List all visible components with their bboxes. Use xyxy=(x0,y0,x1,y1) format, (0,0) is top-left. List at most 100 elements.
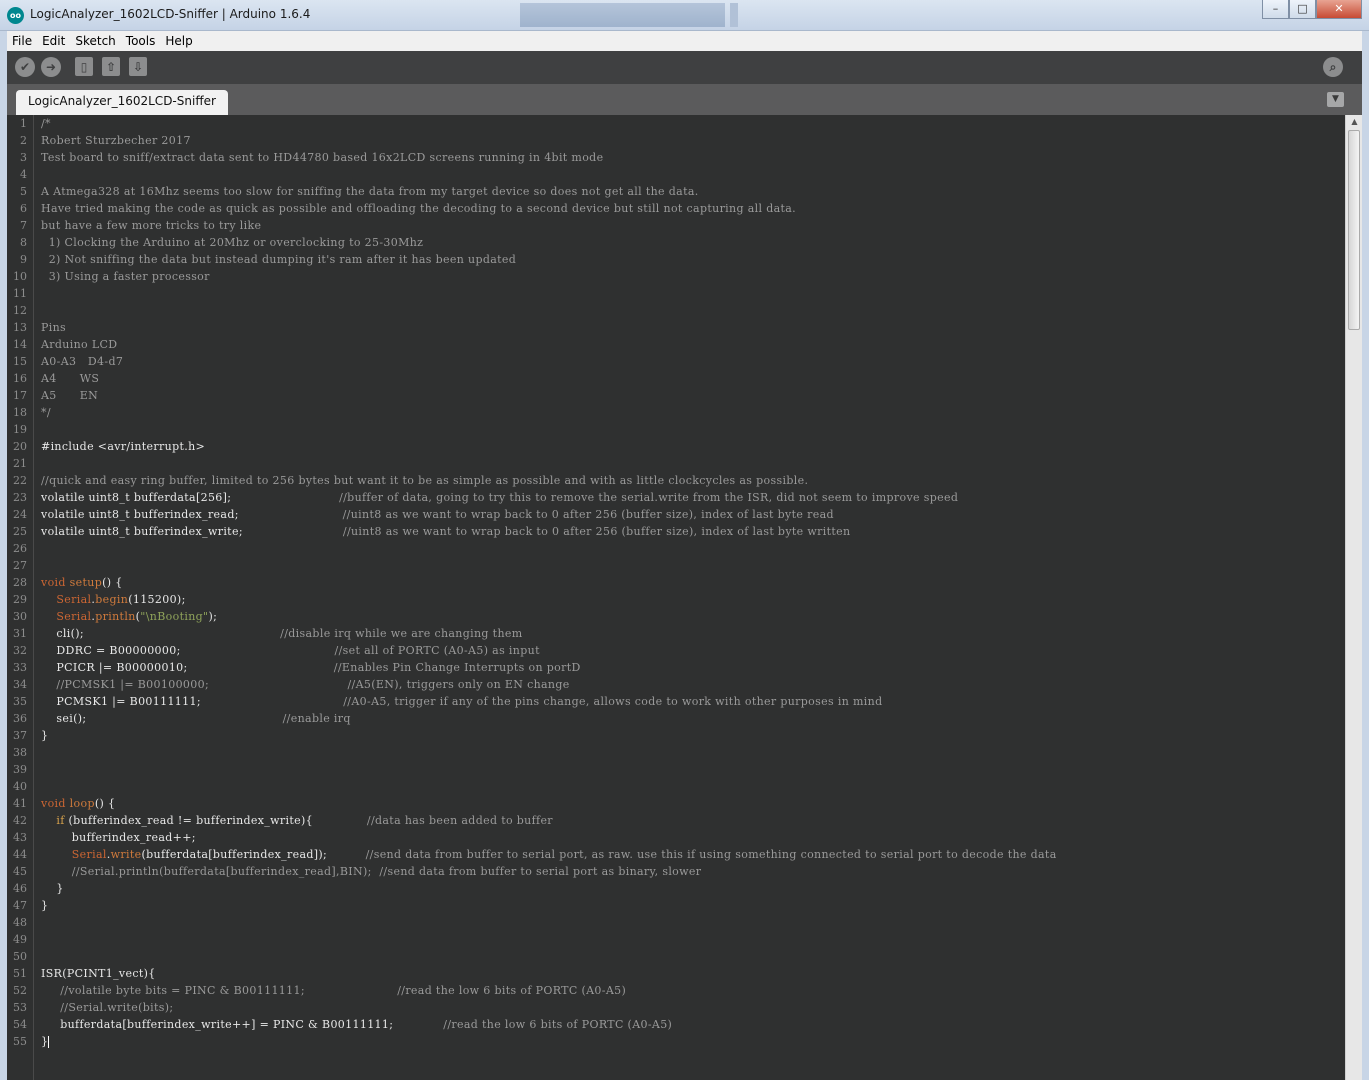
code-line[interactable]: DDRC = B00000000; //set all of PORTC (A0… xyxy=(41,644,540,657)
code-line[interactable]: } xyxy=(41,899,48,912)
menu-edit[interactable]: Edit xyxy=(37,34,70,48)
code-line[interactable]: //volatile byte bits = PINC & B00111111;… xyxy=(41,984,626,997)
window-frame-right xyxy=(1362,31,1369,1080)
code-line[interactable]: bufferdata[bufferindex_write++] = PINC &… xyxy=(41,1018,672,1031)
code-token: DDRC = B00000000; xyxy=(41,644,335,657)
code-line[interactable]: void setup() { xyxy=(41,576,123,589)
serial-monitor-icon[interactable]: ⌕ xyxy=(1323,57,1343,77)
line-number: 46 xyxy=(13,882,27,895)
line-number: 41 xyxy=(13,797,27,810)
line-number: 52 xyxy=(13,984,27,997)
code-line[interactable]: Robert Sturzbecher 2017 xyxy=(41,134,191,147)
verify-icon[interactable]: ✔ xyxy=(15,57,35,77)
line-number: 24 xyxy=(13,508,27,521)
line-number: 38 xyxy=(13,746,27,759)
code-line[interactable]: A4 WS xyxy=(41,372,99,385)
code-token: } xyxy=(41,882,64,895)
code-line[interactable]: /* xyxy=(41,117,51,130)
code-line[interactable]: 1) Clocking the Arduino at 20Mhz or over… xyxy=(41,236,423,249)
code-line[interactable]: } xyxy=(41,1035,50,1048)
code-line[interactable]: PCMSK1 |= B00111111; //A0-A5, trigger if… xyxy=(41,695,882,708)
code-line[interactable]: //Serial.write(bits); xyxy=(41,1001,173,1014)
code-line[interactable]: volatile uint8_t bufferdata[256]; //buff… xyxy=(41,491,958,504)
code-line[interactable]: #include <avr/interrupt.h> xyxy=(41,440,205,453)
code-line[interactable]: Serial.begin(115200); xyxy=(41,593,186,606)
code-line[interactable]: //quick and easy ring buffer, limited to… xyxy=(41,474,808,487)
code-line[interactable]: but have a few more tricks to try like xyxy=(41,219,261,232)
code-token: A5 EN xyxy=(41,389,99,402)
line-number: 28 xyxy=(13,576,27,589)
line-number: 22 xyxy=(13,474,27,487)
new-sketch-icon[interactable]: ▯ xyxy=(75,57,93,76)
code-line[interactable]: void loop() { xyxy=(41,797,115,810)
code-line[interactable]: Have tried making the code as quick as p… xyxy=(41,202,796,215)
line-number: 10 xyxy=(13,270,27,283)
window-controls: – □ ✕ xyxy=(1262,0,1362,19)
code-line[interactable]: */ xyxy=(41,406,51,419)
open-sketch-icon[interactable]: ⇧ xyxy=(102,57,120,76)
line-number: 4 xyxy=(20,168,27,181)
code-line[interactable]: bufferindex_read++; xyxy=(41,831,196,844)
code-token: Have tried making the code as quick as p… xyxy=(41,202,797,215)
window-title-bar: oo LogicAnalyzer_1602LCD-Sniffer | Ardui… xyxy=(0,0,1369,31)
code-line[interactable]: 2) Not sniffing the data but instead dum… xyxy=(41,253,516,266)
line-number: 31 xyxy=(13,627,27,640)
vertical-scrollbar[interactable]: ▲ xyxy=(1345,115,1362,1080)
menu-help[interactable]: Help xyxy=(160,34,197,48)
code-line[interactable]: } xyxy=(41,729,48,742)
code-line[interactable]: 3) Using a faster processor xyxy=(41,270,210,283)
code-line[interactable]: cli(); //disable irq while we are changi… xyxy=(41,627,523,640)
menu-tools[interactable]: Tools xyxy=(121,34,161,48)
code-line[interactable]: //PCMSK1 |= B00100000; //A5(EN), trigger… xyxy=(41,678,570,691)
code-token: /* xyxy=(41,117,51,130)
close-button[interactable]: ✕ xyxy=(1316,0,1362,19)
code-token: //enable irq xyxy=(282,712,351,725)
code-line[interactable]: A Atmega328 at 16Mhz seems too slow for … xyxy=(41,185,699,198)
code-line[interactable]: A0-A3 D4-d7 xyxy=(41,355,123,368)
save-sketch-icon[interactable]: ⇩ xyxy=(129,57,147,76)
code-token: 2) Not sniffing the data but instead dum… xyxy=(41,253,517,266)
line-number: 16 xyxy=(13,372,27,385)
code-token: (bufferindex_read != bufferindex_write){ xyxy=(64,814,367,827)
upload-icon[interactable]: ➜ xyxy=(41,57,61,77)
code-line[interactable]: Arduino LCD xyxy=(41,338,117,351)
line-number: 55 xyxy=(13,1035,27,1048)
line-number: 54 xyxy=(13,1018,27,1031)
code-token: 3) Using a faster processor xyxy=(41,270,210,283)
code-line[interactable]: ISR(PCINT1_vect){ xyxy=(41,967,156,980)
line-number: 32 xyxy=(13,644,27,657)
code-line[interactable]: //Serial.println(bufferdata[bufferindex_… xyxy=(41,865,701,878)
code-line[interactable]: } xyxy=(41,882,64,895)
code-line[interactable]: sei(); //enable irq xyxy=(41,712,351,725)
line-number: 39 xyxy=(13,763,27,776)
code-line[interactable]: Serial.println("\nBooting"); xyxy=(41,610,217,623)
code-line[interactable]: A5 EN xyxy=(41,389,98,402)
code-line[interactable]: Serial.write(bufferdata[bufferindex_read… xyxy=(41,848,1057,861)
code-line[interactable]: volatile uint8_t bufferindex_write; //ui… xyxy=(41,525,850,538)
code-line[interactable]: Test board to sniff/extract data sent to… xyxy=(41,151,603,164)
code-token: void xyxy=(41,576,66,589)
line-number: 35 xyxy=(13,695,27,708)
code-editor[interactable]: 1 2 3 4 5 6 7 8 9 10 11 12 13 14 15 16 17 18 19 20 21 22 23 24 2… xyxy=(7,115,1345,1080)
code-line[interactable]: volatile uint8_t bufferindex_read; //uin… xyxy=(41,508,834,521)
line-number: 11 xyxy=(13,287,27,300)
tab-menu-icon[interactable]: ▼ xyxy=(1327,92,1344,107)
maximize-button[interactable]: □ xyxy=(1289,0,1316,19)
code-line[interactable]: if (bufferindex_read != bufferindex_writ… xyxy=(41,814,553,827)
code-token: Test board to sniff/extract data sent to… xyxy=(41,151,604,164)
code-line[interactable]: Pins xyxy=(41,321,66,334)
toolbar: ✔ ➜ ▯ ⇧ ⇩ ⌕ xyxy=(7,51,1362,84)
menu-sketch[interactable]: Sketch xyxy=(70,34,120,48)
minimize-button[interactable]: – xyxy=(1262,0,1289,19)
scroll-thumb[interactable] xyxy=(1348,130,1360,330)
code-token: } xyxy=(41,899,49,912)
scroll-up-icon[interactable]: ▲ xyxy=(1346,115,1363,129)
code-token: Serial xyxy=(56,610,92,623)
code-token: ); xyxy=(208,610,218,623)
tab-sketch[interactable]: LogicAnalyzer_1602LCD-Sniffer xyxy=(16,90,228,115)
code-line[interactable]: PCICR |= B00000010; //Enables Pin Change… xyxy=(41,661,581,674)
code-token: Pins xyxy=(41,321,67,334)
menu-file[interactable]: File xyxy=(7,34,37,48)
